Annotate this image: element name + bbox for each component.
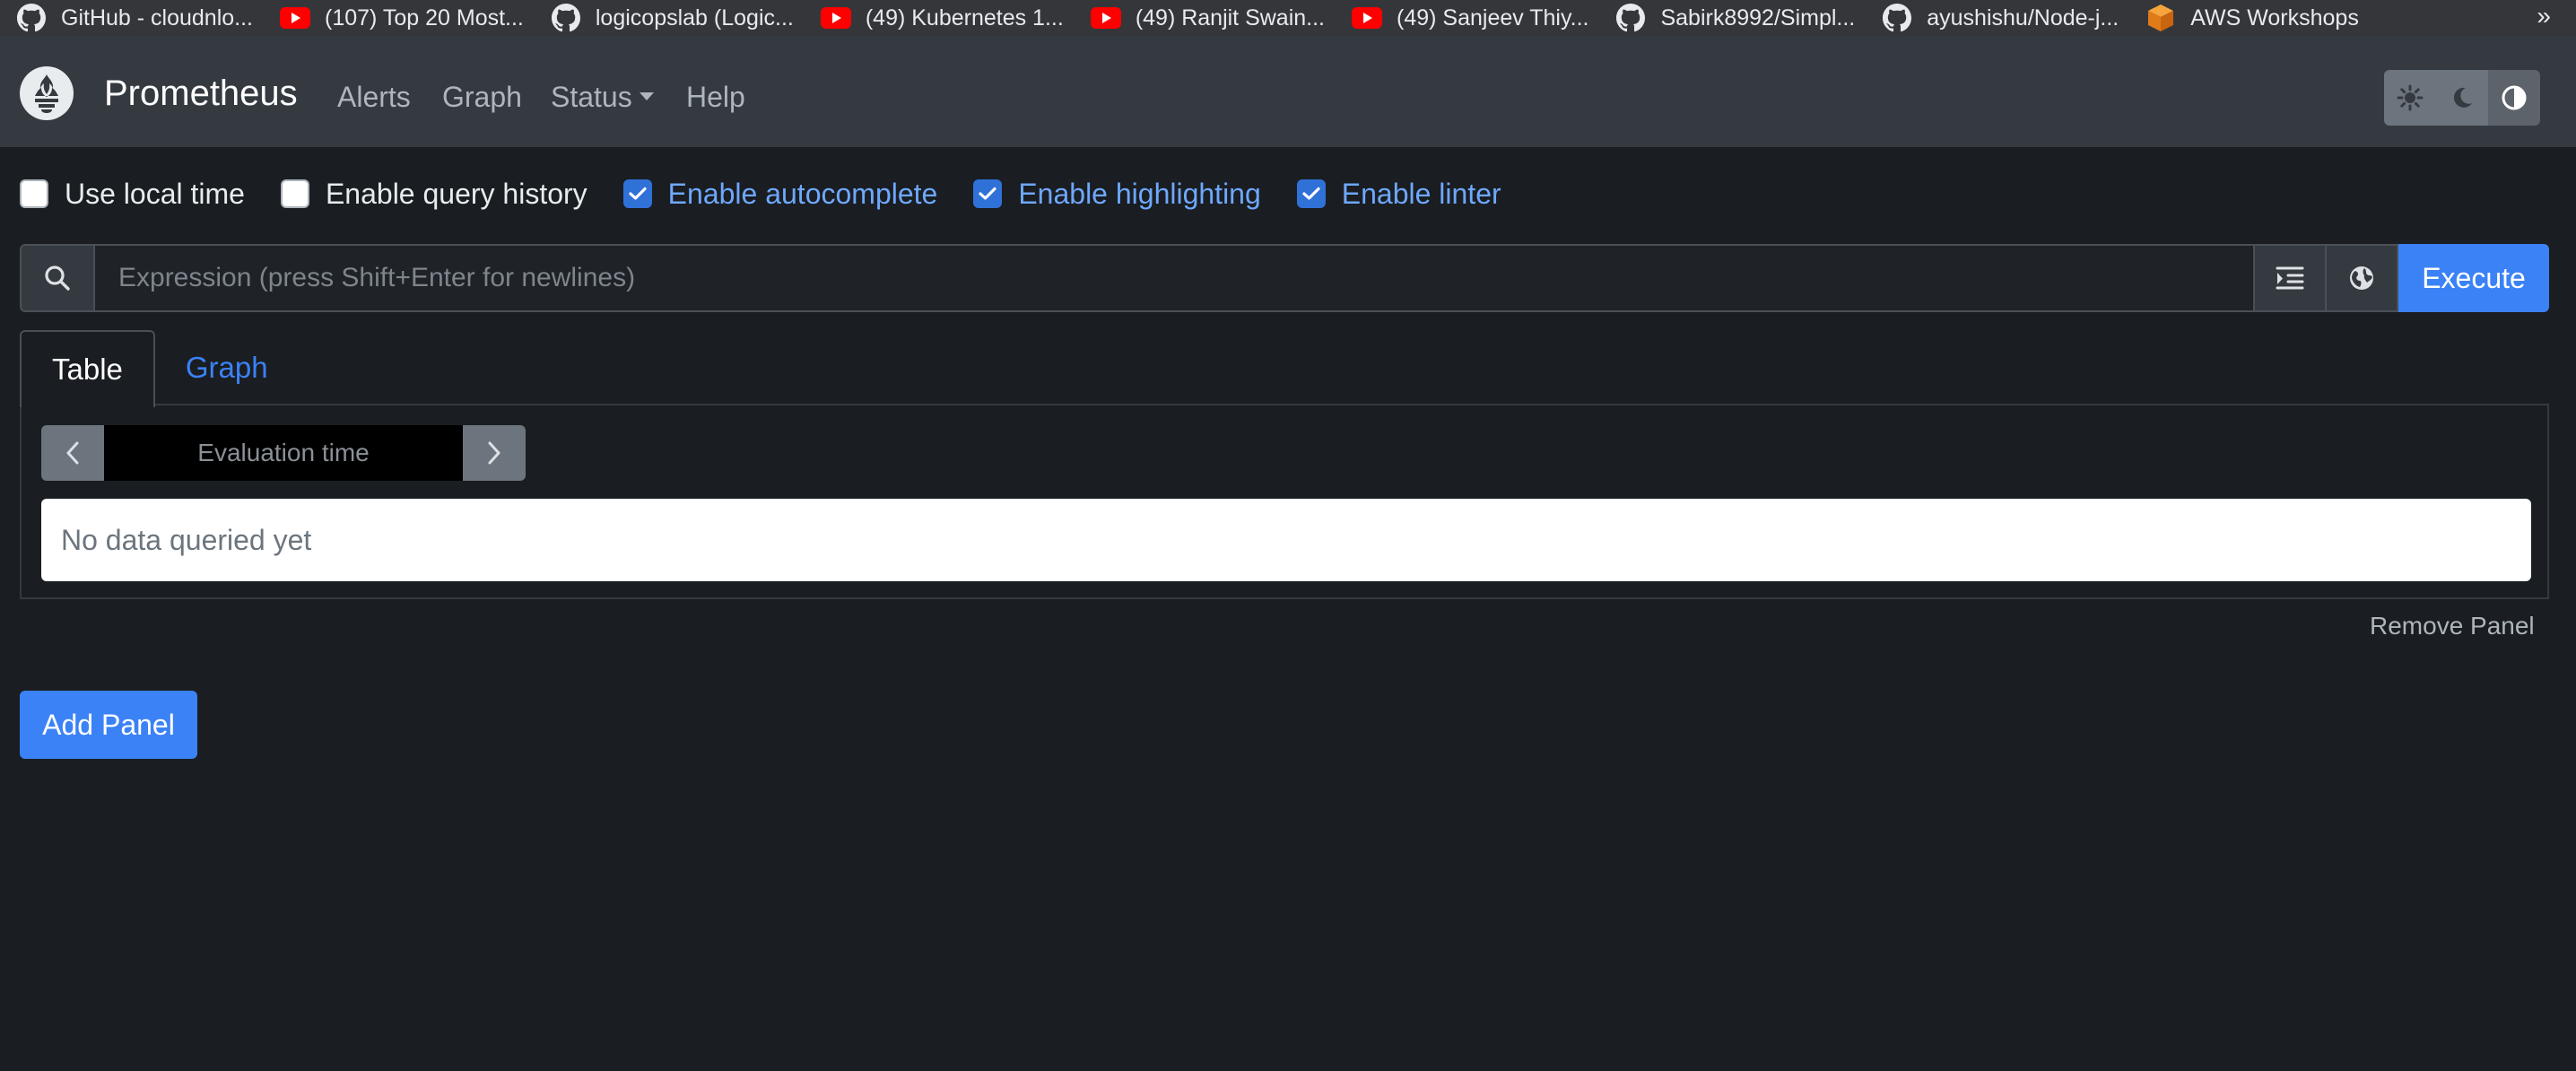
- highlighting-label: Enable highlighting: [1018, 177, 1261, 210]
- query-history-label: Enable query history: [325, 177, 587, 210]
- bookmark-0[interactable]: GitHub - cloudnlo...: [16, 0, 253, 36]
- format-expression-button[interactable]: [2255, 244, 2327, 312]
- use-local-time-option[interactable]: Use local time: [20, 178, 245, 211]
- bookmark-label: (49) Sanjeev Thiy...: [1397, 4, 1589, 30]
- query-panel: Evaluation time No data queried yet: [20, 404, 2549, 599]
- theme-dark-button[interactable]: [2436, 70, 2488, 126]
- brand-title[interactable]: Prometheus: [104, 74, 298, 114]
- autocomplete-checkbox[interactable]: [622, 179, 652, 208]
- github-icon: [16, 3, 47, 33]
- caret-down-icon: [639, 92, 654, 101]
- bookmark-label: (49) Kubernetes 1...: [865, 4, 1064, 30]
- bookmark-3[interactable]: (49) Kubernetes 1...: [820, 0, 1064, 36]
- bookmark-label: logicopslab (Logic...: [595, 4, 794, 30]
- query-history-checkbox[interactable]: [280, 179, 309, 208]
- search-icon: [45, 266, 70, 291]
- linter-option[interactable]: Enable linter: [1296, 177, 1501, 211]
- query-result: No data queried yet: [41, 499, 2531, 581]
- bookmarks-bar: GitHub - cloudnlo... (107) Top 20 Most..…: [0, 0, 2576, 36]
- bookmark-8[interactable]: AWS Workshops: [2145, 0, 2359, 36]
- github-icon: [1615, 3, 1646, 33]
- theme-auto-button[interactable]: [2488, 70, 2540, 126]
- chevron-left-icon: [66, 441, 79, 465]
- checkmark-icon: [629, 187, 647, 200]
- github-icon: [551, 3, 581, 33]
- eval-time-prev-button[interactable]: [41, 425, 104, 481]
- execute-button[interactable]: Execute: [2398, 244, 2549, 312]
- nav-dropdown-status[interactable]: Status: [551, 81, 654, 114]
- navbar: Prometheus Alerts Graph Status Help: [0, 36, 2576, 147]
- query-options: Use local time Enable query history Enab…: [20, 176, 1537, 212]
- nav-link-help[interactable]: Help: [686, 81, 745, 114]
- youtube-icon: [280, 3, 310, 33]
- panel-tabs: Table Graph: [20, 330, 299, 407]
- checkmark-icon: [1302, 187, 1320, 200]
- bookmark-label: (49) Ranjit Swain...: [1135, 4, 1326, 30]
- bookmark-7[interactable]: ayushishu/Node-j...: [1882, 0, 2119, 36]
- highlighting-option[interactable]: Enable highlighting: [973, 177, 1261, 211]
- add-panel-button[interactable]: Add Panel: [20, 691, 197, 759]
- nav-link-graph[interactable]: Graph: [442, 81, 522, 114]
- bookmark-label: AWS Workshops: [2190, 4, 2359, 30]
- search-icon-box: [20, 244, 95, 312]
- github-icon: [1882, 3, 1912, 33]
- tab-table[interactable]: Table: [20, 330, 155, 407]
- globe-icon: [2350, 266, 2373, 290]
- theme-toggle-group: [2384, 70, 2540, 126]
- bookmark-5[interactable]: (49) Sanjeev Thiy...: [1352, 0, 1588, 36]
- remove-panel-link[interactable]: Remove Panel: [2370, 612, 2535, 640]
- bookmark-label: Sabirk8992/Simpl...: [1660, 4, 1856, 30]
- linter-label: Enable linter: [1341, 177, 1501, 210]
- nav-link-status-label: Status: [551, 81, 632, 113]
- moon-icon: [2453, 87, 2472, 108]
- autocomplete-option[interactable]: Enable autocomplete: [622, 177, 938, 211]
- autocomplete-label: Enable autocomplete: [667, 177, 938, 210]
- bookmark-label: ayushishu/Node-j...: [1927, 4, 2119, 30]
- theme-light-button[interactable]: [2384, 70, 2436, 126]
- bookmark-6[interactable]: Sabirk8992/Simpl...: [1615, 0, 1855, 36]
- use-local-time-label: Use local time: [65, 177, 245, 210]
- bookmark-label: (107) Top 20 Most...: [325, 4, 524, 30]
- youtube-icon: [1352, 3, 1383, 33]
- bookmark-label: GitHub - cloudnlo...: [61, 4, 253, 30]
- eval-time-next-button[interactable]: [463, 425, 526, 481]
- contrast-icon: [2502, 85, 2527, 110]
- youtube-icon: [1090, 3, 1121, 33]
- evaluation-time-control: Evaluation time: [41, 425, 526, 481]
- expression-input[interactable]: [95, 244, 2255, 312]
- tab-graph[interactable]: Graph: [155, 330, 299, 405]
- aws-box-icon: [2145, 3, 2176, 33]
- sun-icon: [2397, 84, 2424, 111]
- indent-icon: [2276, 266, 2304, 290]
- checkmark-icon: [979, 187, 996, 200]
- bookmarks-overflow-icon[interactable]: »: [2537, 2, 2551, 30]
- bookmark-4[interactable]: (49) Ranjit Swain...: [1090, 0, 1326, 36]
- metrics-explorer-button[interactable]: [2327, 244, 2398, 312]
- expression-bar: Execute: [20, 244, 2549, 312]
- linter-checkbox[interactable]: [1296, 179, 1326, 208]
- use-local-time-checkbox[interactable]: [20, 179, 48, 208]
- prometheus-logo-icon[interactable]: [20, 66, 74, 120]
- highlighting-checkbox[interactable]: [973, 179, 1003, 208]
- bookmark-1[interactable]: (107) Top 20 Most...: [280, 0, 524, 36]
- youtube-icon: [820, 3, 851, 33]
- chevron-right-icon: [488, 441, 500, 465]
- nav-link-alerts[interactable]: Alerts: [337, 81, 411, 114]
- evaluation-time-input[interactable]: Evaluation time: [104, 425, 463, 481]
- bookmark-2[interactable]: logicopslab (Logic...: [551, 0, 794, 36]
- query-history-option[interactable]: Enable query history: [280, 177, 587, 211]
